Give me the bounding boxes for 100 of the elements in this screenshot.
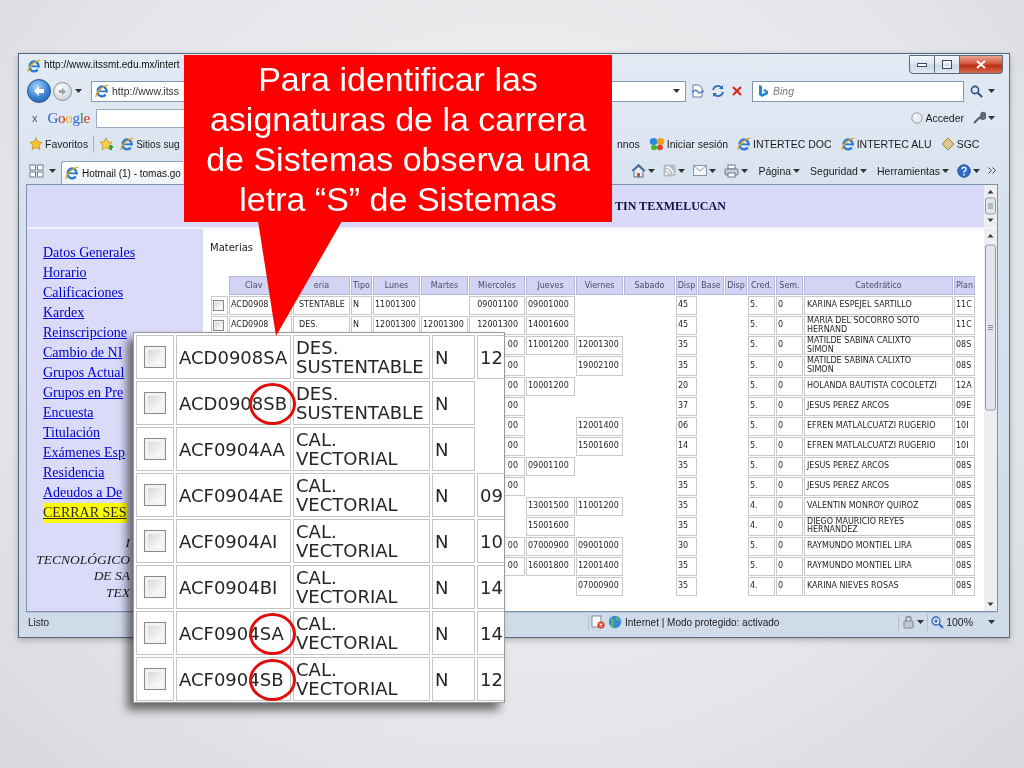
table-cell: 07000900 [578, 580, 619, 590]
checkbox[interactable] [144, 576, 166, 598]
table-cell: 14 [480, 622, 503, 644]
sidebar-link[interactable]: Reinscripcione [43, 323, 127, 343]
zoom-button[interactable]: 100% [930, 612, 974, 632]
favorite-link[interactable]: nnos [616, 134, 641, 154]
table-cell: 0 [778, 460, 784, 470]
table-cell: JESUS PEREZ ARCOS [807, 460, 890, 470]
table-cell: 09001100 [528, 460, 569, 470]
column-header: Miercoles [469, 276, 525, 295]
browser-tab[interactable]: Hotmail (1) - tomas.go [61, 161, 183, 184]
table-cell: 11C [956, 300, 972, 310]
search-field[interactable]: Bing [752, 80, 964, 102]
table-cell: ACF0904AI [179, 530, 278, 552]
star-icon [29, 137, 43, 151]
table-cell: 14 [678, 440, 689, 450]
maximize-icon [942, 60, 952, 69]
sidebar-link[interactable]: Cambio de NI [43, 343, 123, 363]
checkbox[interactable] [144, 392, 166, 414]
table-cell: N [435, 484, 449, 506]
table-cell: 5. [750, 480, 758, 490]
checkbox[interactable] [213, 320, 224, 332]
menu-button[interactable]: Herramientas [875, 160, 950, 181]
caret-icon [988, 620, 995, 624]
star-with-arrow-icon [99, 137, 116, 151]
table-cell: 08S [956, 480, 972, 490]
table-cell: 35 [678, 360, 689, 370]
table-cell: N [353, 320, 359, 330]
checkbox[interactable] [144, 438, 166, 460]
sign-in-button[interactable]: Acceder [910, 108, 965, 128]
sidebar-link[interactable]: Exámenes Esp [43, 443, 126, 463]
sidebar-link[interactable]: Calificaciones [43, 283, 124, 303]
table-cell: 0 [778, 540, 784, 550]
caret-icon [673, 89, 680, 93]
caret-icon [988, 116, 995, 120]
table-cell: 35 [678, 500, 689, 510]
table-cell: 0 [778, 560, 784, 570]
table-cell: 30 [678, 540, 689, 550]
feed-icon [663, 164, 677, 177]
sidebar-link[interactable]: Horario [43, 263, 87, 283]
table-cell: 5. [750, 440, 758, 450]
menu-button[interactable]: Seguridad [809, 160, 868, 181]
sidebar-link[interactable]: Grupos Actual [43, 363, 125, 383]
favorites-button[interactable]: Favoritos [28, 134, 90, 154]
broken-page-icon [691, 84, 705, 98]
vertical-scrollbar[interactable] [984, 229, 997, 611]
maximize-button[interactable] [935, 55, 960, 74]
sidebar-link[interactable]: Kardex [43, 303, 85, 323]
favorite-link[interactable]: INTERTEC DOC [736, 134, 833, 154]
toolbar-search-field[interactable] [95, 108, 184, 128]
vertical-scrollbar[interactable] [984, 185, 997, 227]
favorite-link[interactable]: Iniciar sesión [647, 134, 730, 154]
sidebar-link[interactable]: Residencia [43, 463, 105, 483]
table-cell: 5. [750, 420, 758, 430]
header-title: TIN TEXMELUCAN [615, 198, 726, 214]
checkbox[interactable] [144, 622, 166, 644]
checkbox[interactable] [213, 300, 224, 311]
close-toolbar-button[interactable]: x [30, 112, 40, 124]
table-cell: 0 [778, 400, 784, 410]
table-cell: 0 [778, 300, 784, 310]
favorite-link[interactable]: INTERTEC ALU [839, 134, 933, 154]
caret-icon [942, 168, 949, 173]
table-cell: 07000900 [528, 540, 569, 550]
checkbox[interactable] [144, 530, 166, 552]
table-cell: ACD0908SA [179, 346, 288, 368]
table-cell: 5. [750, 320, 758, 330]
table-cell: DES. SUSTENTABLE [296, 337, 424, 377]
caret-icon [917, 620, 925, 624]
sidebar-link[interactable]: Encuesta [43, 403, 94, 423]
checkbox[interactable] [144, 346, 166, 368]
table-cell: 5. [750, 380, 758, 390]
sidebar-link[interactable]: Titulación [43, 423, 101, 443]
table-cell: 5. [750, 360, 758, 370]
table-cell: 5. [750, 560, 758, 570]
sidebar-link[interactable]: CERRAR SES [43, 503, 127, 523]
minimize-button[interactable] [909, 55, 935, 74]
table-cell: JESUS PEREZ ARCOS [807, 400, 890, 410]
checkbox[interactable] [144, 668, 166, 690]
favorite-link[interactable]: Sitios sug [119, 134, 181, 154]
favorite-link[interactable]: SGC [939, 134, 981, 154]
browser-logo-icon [27, 59, 41, 73]
table-cell: MATILDE SABINA CALIXTO SIMON [807, 356, 912, 374]
compatibility-view-button[interactable] [690, 81, 706, 101]
sidebar-link[interactable]: Datos Generales [43, 243, 136, 263]
caret-icon [678, 168, 686, 173]
table-cell: 14001600 [528, 320, 569, 330]
sidebar-link[interactable]: Adeudos a De [43, 483, 123, 503]
table-cell: 00 [507, 460, 518, 470]
menu-button[interactable]: Página [757, 160, 802, 181]
caret-icon [648, 168, 656, 173]
grid-icon [29, 163, 44, 178]
back-button[interactable] [27, 79, 51, 103]
table-cell: CAL. VECTORIAL [296, 521, 398, 561]
table-cell: 15001600 [578, 440, 619, 450]
caret-icon [793, 168, 801, 173]
table-cell: 11C [956, 320, 972, 330]
close-button[interactable] [960, 55, 1003, 74]
table-cell: N [435, 438, 449, 460]
checkbox[interactable] [144, 484, 166, 506]
sidebar-link[interactable]: Grupos en Pre [43, 383, 124, 403]
